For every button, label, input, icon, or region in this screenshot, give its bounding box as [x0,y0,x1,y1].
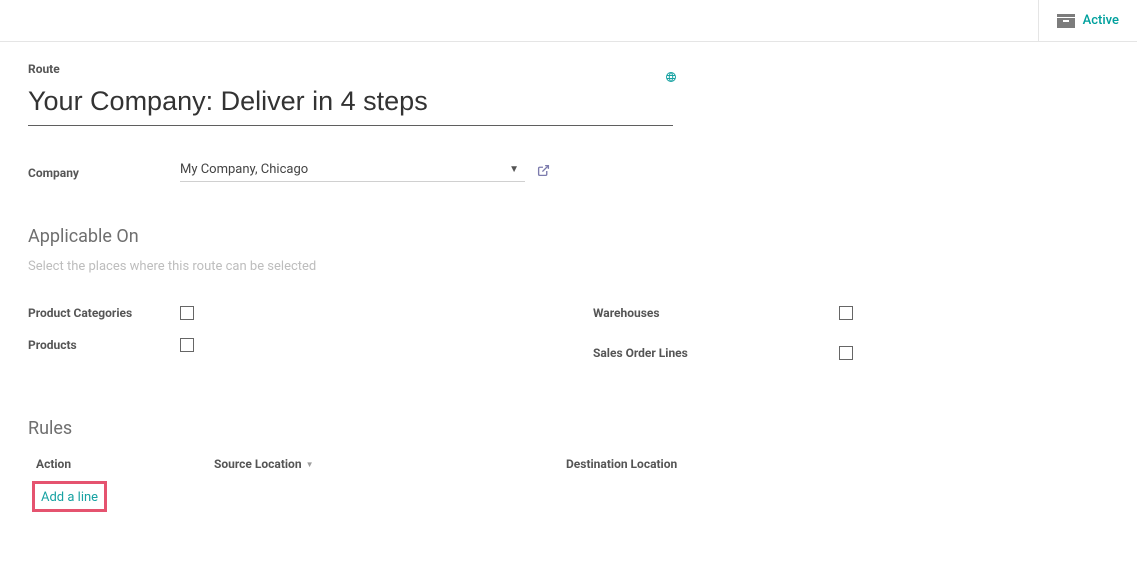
rules-table-header: Action Source Location ▼ Destination Loc… [28,457,1109,479]
chevron-down-icon: ▼ [509,164,519,175]
top-bar: Active [0,0,1137,42]
active-toggle-button[interactable]: Active [1038,0,1137,41]
archive-icon [1057,14,1075,28]
company-value: My Company, Chicago [180,162,308,177]
rules-title: Rules [28,418,1109,439]
form-content: Route Company My Company, Chicago ▼ Appl… [0,42,1137,552]
add-a-line-link[interactable]: Add a line [41,490,98,505]
products-checkbox[interactable] [180,338,194,352]
add-line-highlight: Add a line [32,481,107,512]
route-title-row: Route [28,62,1109,126]
company-select[interactable]: My Company, Chicago ▼ [180,160,525,182]
product-categories-label: Product Categories [28,306,180,320]
products-label: Products [28,338,180,352]
applicable-on-title: Applicable On [28,226,1109,247]
warehouses-label: Warehouses [593,306,839,320]
active-label: Active [1083,13,1119,28]
rules-col-source[interactable]: Source Location ▼ [214,457,566,471]
external-link-icon[interactable] [537,162,550,181]
route-name-input[interactable] [28,82,673,126]
warehouses-row: Warehouses [593,306,1109,320]
product-categories-row: Product Categories [28,306,593,320]
product-categories-checkbox[interactable] [180,306,194,320]
sort-caret-icon: ▼ [306,460,314,469]
company-row: Company My Company, Chicago ▼ [28,160,1109,182]
warehouses-checkbox[interactable] [839,306,853,320]
route-field-label: Route [28,62,673,76]
sales-order-lines-checkbox[interactable] [839,346,853,360]
sales-order-lines-row: Sales Order Lines [593,346,1109,360]
globe-icon[interactable] [665,68,677,87]
applicable-grid: Product Categories Products Warehouses S… [28,306,1109,378]
sales-order-lines-label: Sales Order Lines [593,346,839,360]
products-row: Products [28,338,593,352]
rules-col-action: Action [36,457,214,471]
company-label: Company [28,166,79,180]
rules-col-destination: Destination Location [566,457,677,471]
applicable-on-hint: Select the places where this route can b… [28,259,1109,274]
